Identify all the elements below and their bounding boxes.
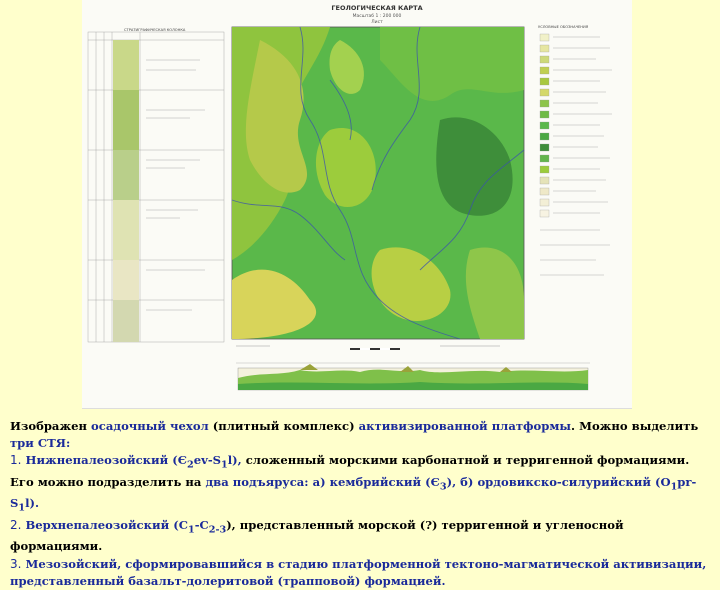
caption-item-2: 2. Верхнепалеозойский (C1-C2-3), предста… [10, 517, 710, 556]
caption-highlight: осадочный чехол [91, 419, 209, 433]
caption-highlight: три СТЯ: [10, 436, 71, 451]
subscript: 2 [187, 459, 194, 471]
item-number: 3. [10, 556, 22, 571]
caption-highlight: ), б) ордовикско-силурийский (O [446, 474, 671, 489]
column-unit-2 [113, 90, 139, 150]
item-number: 2. [10, 517, 22, 532]
caption-highlight: : а) кембрийский (Є [304, 474, 440, 489]
caption-highlight: Мезозойский, сформировавшийся в стадию п… [10, 556, 707, 588]
item-number: 1. [10, 453, 22, 468]
caption-highlight: Нижнепалеозойский (Є [21, 453, 187, 468]
geologic-cross-section [236, 362, 590, 391]
column-unit-6 [113, 300, 139, 342]
column-unit-1 [113, 40, 139, 90]
map-scale-bar [236, 345, 500, 350]
column-unit-4 [113, 200, 139, 260]
stratigraphic-column [87, 31, 225, 343]
map-legend [539, 33, 550, 218]
column-text-lines [146, 59, 205, 311]
caption-text: . Можно выделить [571, 419, 699, 433]
caption-highlight: l), [227, 453, 246, 468]
subscript: 1 [187, 524, 195, 536]
caption-highlight: активизированной платформы [358, 419, 572, 433]
caption-intro: Изображен осадочный чехол (плитный компл… [10, 418, 710, 452]
caption-item-1: 1. Нижнепалеозойский (Є2ev-S1l), сложенн… [10, 452, 710, 517]
slide-caption: Изображен осадочный чехол (плитный компл… [10, 418, 710, 590]
caption-text: Изображен [10, 419, 92, 433]
subscript: 1 [221, 459, 228, 471]
subscript: 3 [439, 481, 447, 493]
caption-highlight: два подъяруса [205, 474, 305, 489]
map-graphics [87, 26, 612, 391]
caption-highlight: ev-S [193, 453, 222, 468]
caption-text: (плитный комплекс) [208, 419, 359, 433]
column-unit-3 [113, 150, 139, 200]
caption-highlight: Верхнепалеозойский (C [21, 517, 188, 532]
caption-item-3: 3. Мезозойский, сформировавшийся в стади… [10, 556, 710, 590]
column-unit-5 [113, 260, 139, 300]
subscript: 2-3 [208, 524, 227, 536]
caption-highlight: l). [25, 496, 40, 511]
caption-highlight: -C [194, 517, 209, 532]
legend-text-lines [540, 36, 612, 276]
